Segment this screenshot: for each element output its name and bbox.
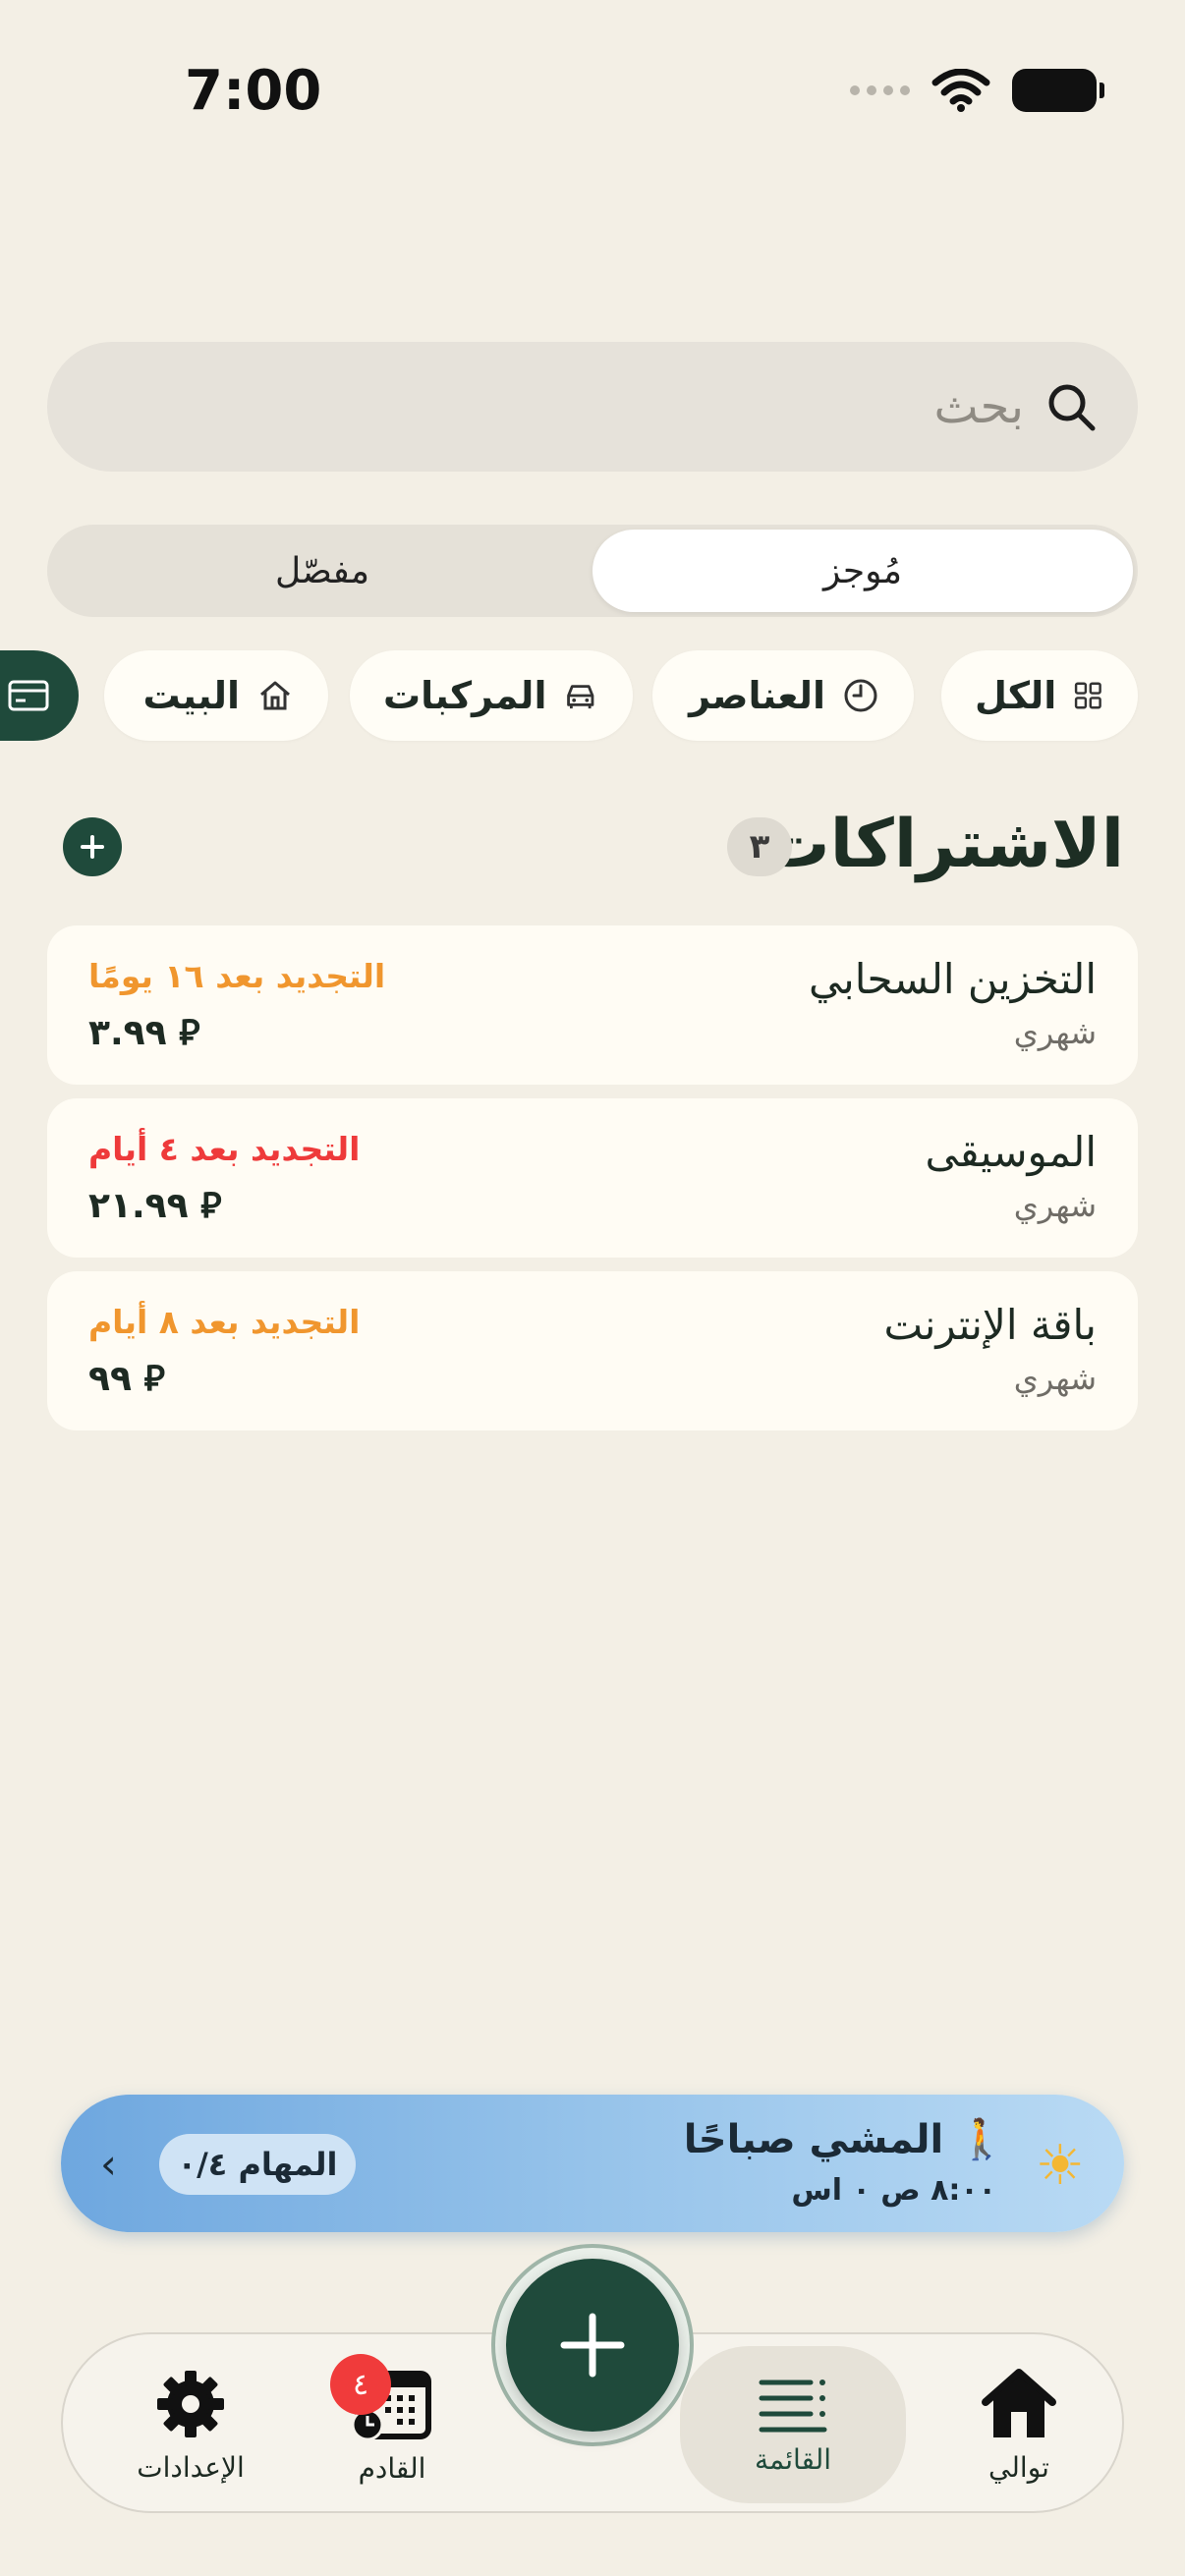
status-icons [850, 69, 1104, 112]
subscription-card[interactable]: باقة الإنترنت شهري التجديد بعد ٨ أيام ⃁ … [47, 1271, 1138, 1430]
home-icon [260, 681, 290, 710]
tab-home-label: توالي [988, 2450, 1049, 2484]
subscription-name: باقة الإنترنت [883, 1301, 1097, 1349]
tab-upcoming[interactable]: القادم ٤ [318, 2334, 466, 2515]
clock-icon [844, 679, 877, 712]
filter-all[interactable]: الكل [941, 650, 1138, 741]
filter-vehicles-label: المركبات [383, 674, 547, 717]
plus-icon [560, 2313, 625, 2378]
view-toggle: مُوجز مفصّل [47, 525, 1138, 617]
filter-chips: الكل العناصر المركبات البيت [0, 650, 1185, 741]
concise-view-button[interactable]: مُوجز [592, 530, 1133, 612]
routine-title: 🚶 المشي صباحًا [683, 2117, 1006, 2162]
tab-settings-label: الإعدادات [137, 2450, 245, 2484]
filter-vehicles[interactable]: المركبات [350, 650, 633, 741]
list-icon [759, 2379, 827, 2432]
subscription-period: شهري [1013, 1014, 1097, 1051]
add-subscription-button[interactable] [63, 817, 122, 876]
subscription-price: ⃁ ٣.٩٩ [88, 1013, 200, 1053]
search-bar[interactable] [47, 342, 1138, 472]
filter-home[interactable]: البيت [104, 650, 328, 741]
subscription-name: التخزين السحابي [809, 955, 1097, 1003]
subscription-card[interactable]: التخزين السحابي شهري التجديد بعد ١٦ يومً… [47, 925, 1138, 1085]
add-button[interactable] [506, 2259, 679, 2432]
filter-subscriptions[interactable] [0, 650, 79, 741]
subscription-period: شهري [1013, 1187, 1097, 1224]
upcoming-count-badge: ٤ [330, 2354, 391, 2415]
car-icon [567, 685, 594, 709]
wifi-icon [931, 69, 990, 112]
battery-icon [1012, 69, 1104, 112]
subscription-price: ⃁ ٢١.٩٩ [88, 1186, 222, 1226]
tab-list-label: القائمة [755, 2442, 831, 2476]
plus-icon [81, 835, 104, 859]
routine-time: ٨:٠٠ ص ٠ اس [791, 2173, 996, 2208]
subscription-name: الموسيقى [925, 1128, 1097, 1176]
tab-list[interactable]: القائمة [680, 2346, 906, 2503]
filter-items-label: العناصر [689, 674, 825, 717]
subscription-renewal: التجديد بعد ٤ أيام [88, 1130, 361, 1168]
search-icon [1048, 384, 1096, 431]
filter-home-label: البيت [142, 674, 240, 717]
status-time: 7:00 [185, 59, 322, 123]
subscription-price: ⃁ ٩٩ [88, 1359, 165, 1399]
sun-icon: ☀ [1035, 2134, 1085, 2198]
card-icon [8, 680, 49, 711]
filter-items[interactable]: العناصر [652, 650, 914, 741]
tab-home[interactable]: توالي [955, 2334, 1083, 2515]
subscription-card[interactable]: الموسيقى شهري التجديد بعد ٤ أيام ⃁ ٢١.٩٩ [47, 1098, 1138, 1258]
tab-upcoming-label: القادم [358, 2451, 426, 2485]
subscription-renewal: التجديد بعد ٨ أيام [88, 1303, 361, 1341]
subscription-period: شهري [1013, 1360, 1097, 1397]
gear-icon [157, 2370, 224, 2437]
routine-tasks-badge: المهام ٠/٤ [159, 2134, 356, 2195]
grid-icon [1075, 682, 1102, 709]
section-count-badge: ٣ [727, 817, 792, 876]
chevron-left-icon: ‹ [100, 2140, 117, 2188]
tab-settings[interactable]: الإعدادات [122, 2334, 259, 2515]
add-button-ring [491, 2244, 694, 2446]
search-input[interactable] [138, 378, 1026, 435]
home-icon [982, 2368, 1056, 2437]
subscription-renewal: التجديد بعد ١٦ يومًا [88, 957, 386, 995]
routine-banner[interactable]: ☀ 🚶 المشي صباحًا ٨:٠٠ ص ٠ اس المهام ٠/٤ … [61, 2095, 1124, 2232]
filter-all-label: الكل [975, 674, 1057, 717]
signal-dots-icon [850, 85, 910, 95]
detailed-view-button[interactable]: مفصّل [52, 530, 592, 612]
section-title: الاشتراكات [762, 806, 1124, 883]
